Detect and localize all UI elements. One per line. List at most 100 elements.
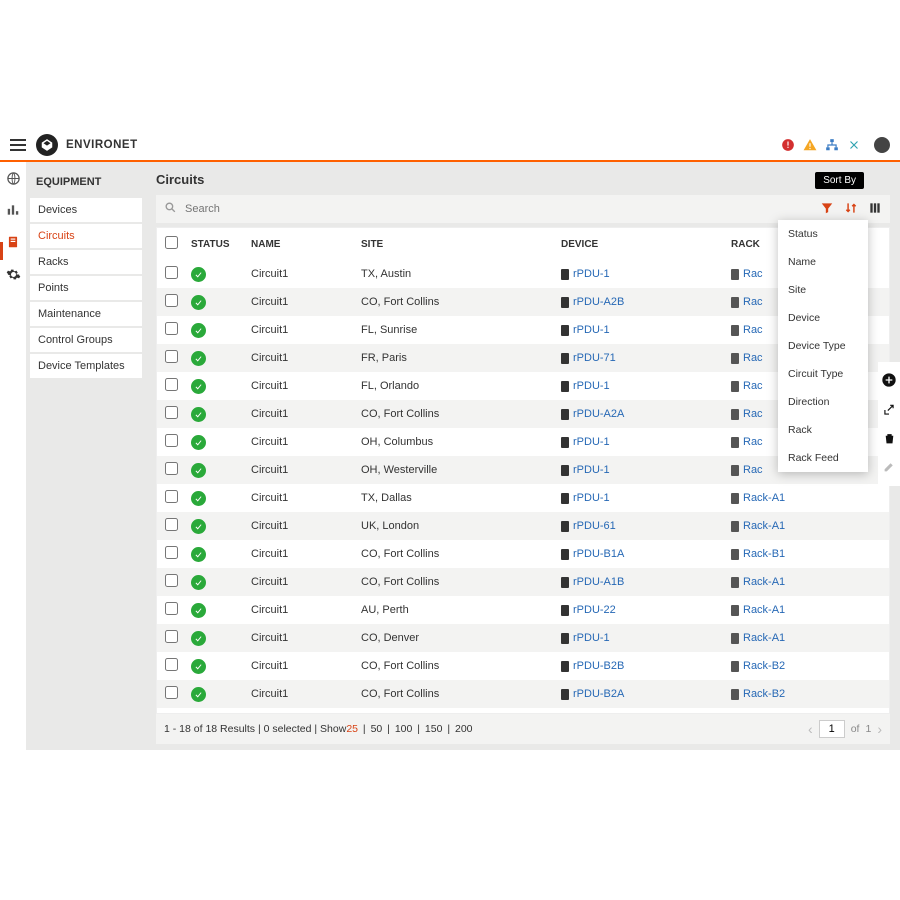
page-size-option[interactable]: 150 xyxy=(425,723,443,735)
row-checkbox[interactable] xyxy=(165,322,178,335)
row-checkbox[interactable] xyxy=(165,602,178,615)
sidebar-item-points[interactable]: Points xyxy=(30,276,142,300)
tools-icon[interactable] xyxy=(846,137,862,153)
rack-link[interactable]: Rack-B2 xyxy=(743,660,785,672)
sidebar-item-devices[interactable]: Devices xyxy=(30,198,142,222)
column-header[interactable]: SITE xyxy=(355,228,555,260)
table-row[interactable]: Circuit1TX, DallasrPDU-1Rack-A1 xyxy=(157,484,889,512)
column-header[interactable]: DEVICE xyxy=(555,228,725,260)
device-link[interactable]: rPDU-1 xyxy=(573,324,610,336)
edit-icon[interactable] xyxy=(883,460,896,476)
row-checkbox[interactable] xyxy=(165,546,178,559)
device-link[interactable]: rPDU-1 xyxy=(573,492,610,504)
rack-link[interactable]: Rac xyxy=(743,464,763,476)
device-link[interactable]: rPDU-B1A xyxy=(573,548,624,560)
page-size-option[interactable]: 25 xyxy=(346,723,358,735)
sidebar-item-maintenance[interactable]: Maintenance xyxy=(30,302,142,326)
device-link[interactable]: rPDU-1 xyxy=(573,464,610,476)
delete-icon[interactable] xyxy=(883,432,896,448)
columns-icon[interactable] xyxy=(868,201,882,218)
sidebar-item-circuits[interactable]: Circuits xyxy=(30,224,142,248)
page-size-option[interactable]: 200 xyxy=(455,723,473,735)
sidebar-item-control-groups[interactable]: Control Groups xyxy=(30,328,142,352)
sidebar-item-racks[interactable]: Racks xyxy=(30,250,142,274)
device-link[interactable]: rPDU-1 xyxy=(573,632,610,644)
export-icon[interactable] xyxy=(882,403,896,420)
rack-link[interactable]: Rac xyxy=(743,380,763,392)
sort-option-circuit-type[interactable]: Circuit Type xyxy=(778,360,868,388)
sort-icon[interactable] xyxy=(844,201,858,218)
device-link[interactable]: rPDU-1 xyxy=(573,268,610,280)
row-checkbox[interactable] xyxy=(165,294,178,307)
device-link[interactable]: rPDU-A2B xyxy=(573,296,624,308)
row-checkbox[interactable] xyxy=(165,574,178,587)
row-checkbox[interactable] xyxy=(165,490,178,503)
table-row[interactable]: Circuit1CO, DenverrPDU-1Rack-A1 xyxy=(157,624,889,652)
sort-option-rack[interactable]: Rack xyxy=(778,416,868,444)
prev-page-icon[interactable]: ‹ xyxy=(808,721,813,737)
row-checkbox[interactable] xyxy=(165,462,178,475)
table-row[interactable]: Circuit1CO, Fort CollinsrPDU-A1BRack-A1 xyxy=(157,568,889,596)
rack-link[interactable]: Rack-A1 xyxy=(743,604,785,616)
row-checkbox[interactable] xyxy=(165,266,178,279)
device-link[interactable]: rPDU-A1B xyxy=(573,576,624,588)
rail-site-icon[interactable] xyxy=(5,170,21,186)
device-link[interactable]: rPDU-1 xyxy=(573,380,610,392)
sort-option-device-type[interactable]: Device Type xyxy=(778,332,868,360)
table-row[interactable]: Circuit1AU, PerthrPDU-22Rack-A1 xyxy=(157,596,889,624)
device-link[interactable]: rPDU-1 xyxy=(573,436,610,448)
table-row[interactable]: Circuit1UK, LondonrPDU-61Rack-A1 xyxy=(157,512,889,540)
rack-link[interactable]: Rac xyxy=(743,296,763,308)
sort-option-name[interactable]: Name xyxy=(778,248,868,276)
device-link[interactable]: rPDU-B2A xyxy=(573,688,624,700)
rack-link[interactable]: Rack-A1 xyxy=(743,576,785,588)
rack-link[interactable]: Rack-B1 xyxy=(743,548,785,560)
table-row[interactable]: Circuit1CO, Fort CollinsrPDU-B2BRack-B2 xyxy=(157,652,889,680)
table-row[interactable]: Circuit1CO, Fort CollinsrPDU-B2ARack-B2 xyxy=(157,680,889,708)
row-checkbox[interactable] xyxy=(165,658,178,671)
sort-option-rack-feed[interactable]: Rack Feed xyxy=(778,444,868,472)
rack-link[interactable]: Rac xyxy=(743,352,763,364)
device-link[interactable]: rPDU-B2B xyxy=(573,660,624,672)
search-input[interactable] xyxy=(185,203,812,215)
rack-link[interactable]: Rack-A1 xyxy=(743,632,785,644)
row-checkbox[interactable] xyxy=(165,630,178,643)
row-checkbox[interactable] xyxy=(165,350,178,363)
page-size-option[interactable]: 50 xyxy=(371,723,383,735)
device-link[interactable]: rPDU-22 xyxy=(573,604,616,616)
sort-option-direction[interactable]: Direction xyxy=(778,388,868,416)
rail-settings-icon[interactable] xyxy=(5,266,21,282)
sort-option-status[interactable]: Status xyxy=(778,220,868,248)
row-checkbox[interactable] xyxy=(165,378,178,391)
column-header[interactable]: STATUS xyxy=(185,228,245,260)
rack-link[interactable]: Rac xyxy=(743,324,763,336)
rack-link[interactable]: Rack-A1 xyxy=(743,492,785,504)
alert-critical-icon[interactable] xyxy=(780,137,796,153)
column-header[interactable]: NAME xyxy=(245,228,355,260)
rail-dashboard-icon[interactable] xyxy=(5,202,21,218)
row-checkbox[interactable] xyxy=(165,434,178,447)
select-all-checkbox[interactable] xyxy=(165,236,178,249)
row-checkbox[interactable] xyxy=(165,518,178,531)
rack-link[interactable]: Rac xyxy=(743,436,763,448)
row-checkbox[interactable] xyxy=(165,406,178,419)
add-icon[interactable] xyxy=(881,372,897,391)
next-page-icon[interactable]: › xyxy=(877,721,882,737)
rack-link[interactable]: Rac xyxy=(743,408,763,420)
device-link[interactable]: rPDU-71 xyxy=(573,352,616,364)
page-current-input[interactable] xyxy=(819,720,845,738)
table-row[interactable]: Circuit1CO, Fort CollinsrPDU-B1ARack-B1 xyxy=(157,540,889,568)
alert-warning-icon[interactable] xyxy=(802,137,818,153)
hierarchy-icon[interactable] xyxy=(824,137,840,153)
filter-icon[interactable] xyxy=(820,201,834,218)
device-link[interactable]: rPDU-A2A xyxy=(573,408,624,420)
rack-link[interactable]: Rac xyxy=(743,268,763,280)
user-avatar-icon[interactable] xyxy=(874,137,890,153)
rack-link[interactable]: Rack-A1 xyxy=(743,520,785,532)
sort-option-site[interactable]: Site xyxy=(778,276,868,304)
menu-toggle[interactable] xyxy=(10,139,26,151)
row-checkbox[interactable] xyxy=(165,686,178,699)
page-size-option[interactable]: 100 xyxy=(395,723,413,735)
sidebar-item-device-templates[interactable]: Device Templates xyxy=(30,354,142,378)
device-link[interactable]: rPDU-61 xyxy=(573,520,616,532)
